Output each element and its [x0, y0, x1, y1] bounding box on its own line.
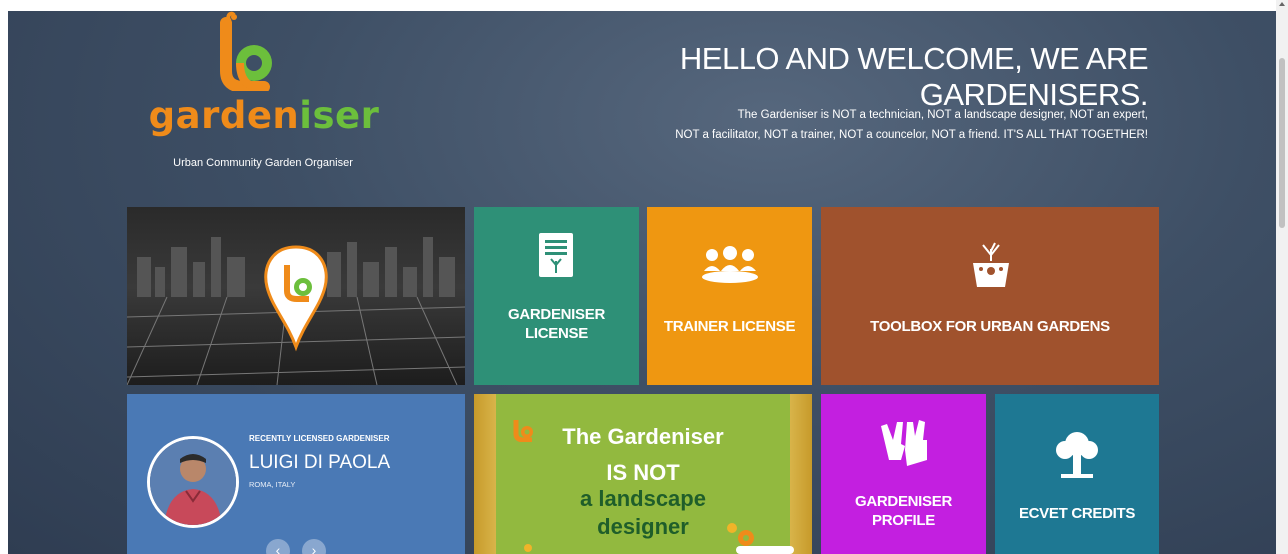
gardeniser-logo-icon[interactable] — [204, 11, 284, 91]
next-arrow-button[interactable]: › — [302, 539, 326, 554]
scroll-up-arrow-icon[interactable] — [1279, 2, 1285, 6]
trainer-license-label: TRAINER LICENSE — [663, 318, 796, 335]
prev-arrow-button[interactable]: ‹ — [266, 539, 290, 554]
intro-line-2: NOT a facilitator, NOT a trainer, NOT a … — [675, 129, 1148, 141]
poster-mini-logo-icon — [727, 523, 754, 546]
tree-icon — [1056, 432, 1098, 478]
toolbox-label: TOOLBOX FOR URBAN GARDENS — [870, 318, 1110, 335]
recent-heading: RECENTLY LICENSED GARDENISER — [249, 434, 390, 443]
page-body: gardeniser Urban Community Garden Organi… — [8, 11, 1276, 554]
poster-line-2: IS NOT — [606, 460, 680, 485]
poster-badge — [736, 546, 794, 554]
page-title: HELLO AND WELCOME, WE ARE GARDENISERS. — [679, 41, 1149, 112]
gardeniser-profile-label: GARDENISER PROFILE — [854, 493, 952, 529]
certificate-icon — [539, 233, 573, 277]
city-map-tile[interactable] — [127, 207, 465, 385]
poster-dot — [524, 544, 532, 552]
ecvet-credits-tile[interactable]: ECVET CREDITS — [995, 394, 1159, 554]
recent-gardeniser-slider[interactable]: RECENTLY LICENSED GARDENISER LUIGI DI PA… — [127, 394, 465, 554]
avatar — [147, 436, 239, 528]
plant-pot-icon — [973, 242, 1009, 287]
intro-text: The Gardeniser is NOT a technician, NOT … — [568, 105, 1148, 145]
gardeniser-name: LUIGI DI PAOLA — [249, 452, 391, 473]
city-skyline-illustration — [127, 237, 465, 385]
toolbox-tile[interactable]: TOOLBOX FOR URBAN GARDENS — [821, 207, 1159, 385]
trainer-license-tile[interactable]: TRAINER LICENSE — [647, 207, 812, 385]
scrollbar-thumb[interactable] — [1279, 58, 1285, 228]
poster-tile[interactable]: The Gardeniser IS NOT a landscape design… — [474, 394, 812, 554]
logo-wordmark[interactable]: gardeniser — [134, 97, 394, 134]
gloves-icon — [881, 420, 927, 466]
logo-wordmark-part2: iser — [299, 94, 380, 137]
poster-line-3: a landscape — [580, 486, 706, 511]
poster-line-4: designer — [597, 514, 689, 539]
gardeniser-location: ROMA, ITALY — [249, 480, 296, 489]
group-people-icon — [702, 246, 758, 283]
site-tagline: Urban Community Garden Organiser — [173, 157, 353, 169]
person-photo — [150, 439, 236, 525]
gardeniser-license-tile[interactable]: GARDENISER LICENSE — [474, 207, 639, 385]
gardeniser-license-label: GARDENISER LICENSE — [507, 306, 605, 342]
gardeniser-profile-tile[interactable]: GARDENISER PROFILE — [821, 394, 986, 554]
ecvet-credits-label: ECVET CREDITS — [1018, 505, 1136, 522]
intro-line-1: The Gardeniser is NOT a technician, NOT … — [737, 109, 1148, 121]
logo-wordmark-part1: garden — [148, 94, 300, 137]
poster-line-1: The Gardeniser — [562, 424, 724, 449]
